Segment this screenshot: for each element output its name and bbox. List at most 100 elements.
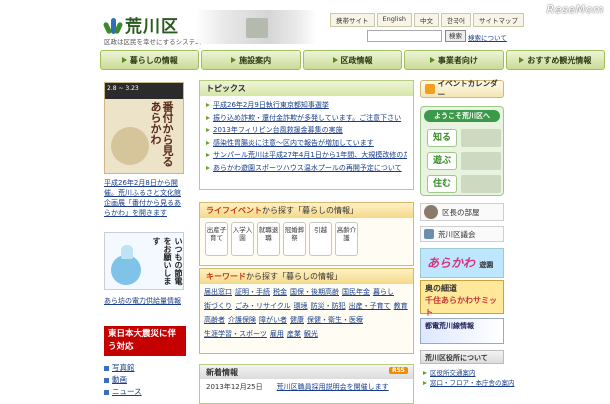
welcome-live-button[interactable]: 住む (427, 175, 457, 193)
util-english-link[interactable]: English (376, 13, 412, 27)
life-job-button[interactable]: 就職退職 (257, 222, 280, 256)
nav-administration[interactable]: 区政情報 (302, 50, 403, 70)
mayor-avatar (424, 205, 438, 219)
welcome-play-photo (461, 152, 501, 170)
keyword-link[interactable]: 出産・子育て (349, 300, 391, 312)
power-info-link[interactable]: あら坊の電力供給量情報 (104, 296, 186, 306)
exhibition-banner[interactable]: 2.8 ~ 3.23 番付から見る あらかわ (104, 82, 184, 174)
keyword-suffix: から探す「暮らしの情報」 (246, 272, 342, 281)
topic-item[interactable]: 振り込め詐欺・還付金詐欺が多発しています。ご注意下さい (213, 112, 401, 125)
event-calendar-button[interactable]: イベントカレンダー (420, 79, 504, 99)
keyword-link[interactable]: 高齢者 (204, 314, 225, 326)
topic-item[interactable]: 平成26年2月9日執行東京都知事選挙 (213, 99, 329, 112)
keyword-link[interactable]: 障がい者 (259, 314, 287, 326)
council-icon (424, 229, 434, 239)
nav-business[interactable]: 事業者向け (404, 50, 504, 70)
photo-gallery-link[interactable]: 写真館 (104, 362, 142, 374)
welcome-live-photo (461, 175, 501, 193)
keyword-link[interactable]: 健康 (290, 314, 304, 326)
welcome-title: ようこそ荒川区へ (424, 110, 500, 122)
poster-text: いつもの節電をお願いします (152, 237, 183, 285)
logo-mark-icon (102, 16, 124, 34)
nav-facilities[interactable]: 施設案内 (201, 50, 301, 70)
keyword-link[interactable]: 観光 (304, 328, 318, 340)
search-input[interactable] (367, 30, 442, 42)
keyword-link[interactable]: 雇用 (270, 328, 284, 340)
keyword-link[interactable]: 証明・手続 (235, 286, 270, 298)
life-school-button[interactable]: 入学入園 (231, 222, 254, 256)
video-link[interactable]: 動画 (104, 374, 142, 386)
keyword-link[interactable]: 生涯学習・スポーツ (204, 328, 267, 340)
disaster-response-banner[interactable]: 東日本大震災に伴う対応 (104, 326, 186, 356)
mascot-icon (111, 245, 141, 285)
search-help-link[interactable]: 検索について (468, 32, 507, 42)
topic-item[interactable]: あらかわ遊園スポーツハウス温水プールの再開予定について (213, 162, 402, 175)
power-saving-banner[interactable]: いつもの節電をお願いします (104, 232, 184, 290)
watermark: ReseMom (546, 3, 604, 16)
media-links: 写真館 動画 ニュース (104, 362, 142, 398)
keyword-link[interactable]: 防災・防犯 (311, 300, 346, 312)
life-event-title: ライフイベント (206, 206, 262, 215)
toden-banner[interactable]: 都電荒川線情報 (420, 318, 504, 344)
util-mobile-link[interactable]: 携帯サイト (330, 13, 375, 27)
header-photo (196, 10, 316, 44)
keyword-link[interactable]: 保健・衛生・医療 (307, 314, 363, 326)
summit-line2: 千住あらかわサミット (425, 296, 497, 317)
news-link[interactable]: 荒川区職員採用説明会を開催します (277, 382, 389, 392)
keyword-link[interactable]: 街づくり (204, 300, 232, 312)
news-title: 新着情報 (206, 368, 238, 377)
keyword-link[interactable]: 介護保険 (228, 314, 256, 326)
arakawa-yuen-banner[interactable]: あらかわ 遊園 (420, 248, 504, 278)
yuen-sub: 遊園 (479, 261, 494, 269)
keyword-link[interactable]: 暮らし (373, 286, 394, 298)
life-ceremony-button[interactable]: 冠婚葬祭 (283, 222, 306, 256)
summit-line1: 奥の細道 (425, 284, 457, 293)
mayor-room-link[interactable]: 区長の部屋 (420, 203, 504, 221)
keyword-link[interactable]: 教育 (394, 300, 408, 312)
office-floor-link[interactable]: 窓口・フロア・本庁舎の案内 (423, 378, 515, 388)
life-elderly-button[interactable]: 高齢介護 (335, 222, 358, 256)
keyword-link[interactable]: 産業 (287, 328, 301, 340)
keyword-link[interactable]: 国民年金 (342, 286, 370, 298)
event-calendar-label: イベントカレンダー (437, 79, 498, 99)
nav-living[interactable]: 暮らしの情報 (100, 50, 200, 70)
keyword-link[interactable]: 税金 (273, 286, 287, 298)
tagline: 区政は区民を幸せにするシステム (104, 38, 202, 46)
welcome-play-button[interactable]: 遊ぶ (427, 152, 457, 170)
welcome-know-photo (461, 129, 501, 147)
topic-item[interactable]: 2013年フィリピン台風救援金募集の実施 (213, 124, 343, 137)
keyword-link[interactable]: 届出窓口 (204, 286, 232, 298)
site-logo[interactable]: 荒川区 (102, 12, 179, 37)
global-nav: 暮らしの情報 施設案内 区政情報 事業者向け おすすめ観光情報 (100, 50, 606, 70)
search-button[interactable]: 検索 (445, 30, 466, 42)
keyword-title: キーワード (206, 272, 246, 281)
rss-button[interactable]: RSS (389, 367, 408, 374)
nav-tourism[interactable]: おすすめ観光情報 (505, 50, 606, 70)
mayor-label: 区長の部屋 (442, 207, 480, 217)
council-link[interactable]: 荒川区議会 (420, 226, 504, 242)
keyword-link[interactable]: 環境 (294, 300, 308, 312)
topic-item[interactable]: サンパール荒川は平成27年4月1日から1年間、大規模改修のため全館休館します (213, 149, 407, 162)
news-link[interactable]: ニュース (104, 386, 142, 398)
keyword-panel: キーワードから探す「暮らしの情報」 届出窓口 証明・手続 税金 国保・後期高齢 … (199, 268, 414, 354)
summit-banner[interactable]: 奥の細道 千住あらかわサミット (420, 280, 504, 317)
keyword-link[interactable]: 国保・後期高齢 (290, 286, 339, 298)
welcome-know-button[interactable]: 知る (427, 129, 457, 147)
topic-item[interactable]: 感染性胃腸炎に注意～区内で報告が増加しています (213, 137, 374, 150)
keyword-link[interactable]: ごみ・リサイクル (235, 300, 291, 312)
news-date: 2013年12月25日 (206, 383, 263, 391)
welcome-panel: ようこそ荒川区へ 知る 遊ぶ 住む (420, 106, 504, 196)
office-title: 荒川区役所について (420, 350, 504, 364)
office-access-link[interactable]: 区役所交通案内 (423, 368, 515, 378)
life-birth-button[interactable]: 出産子育て (205, 222, 228, 256)
calendar-icon (425, 84, 435, 94)
banner-caption-link[interactable]: 平成26年2月8日から開催。荒川ふるさと文化館企画展「番付から見るあらかわ」を開… (104, 178, 186, 218)
util-chinese-link[interactable]: 中文 (413, 13, 439, 27)
util-sitemap-link[interactable]: サイトマップ (472, 13, 524, 27)
topics-title: トピックス (200, 81, 413, 96)
banner-image (111, 127, 149, 165)
util-korean-link[interactable]: 한국어 (440, 13, 471, 27)
life-event-suffix: から探す「暮らしの情報」 (262, 206, 358, 215)
news-row: 2013年12月25日 荒川区職員採用説明会を開催します (200, 379, 413, 395)
life-moving-button[interactable]: 引越 (309, 222, 332, 256)
